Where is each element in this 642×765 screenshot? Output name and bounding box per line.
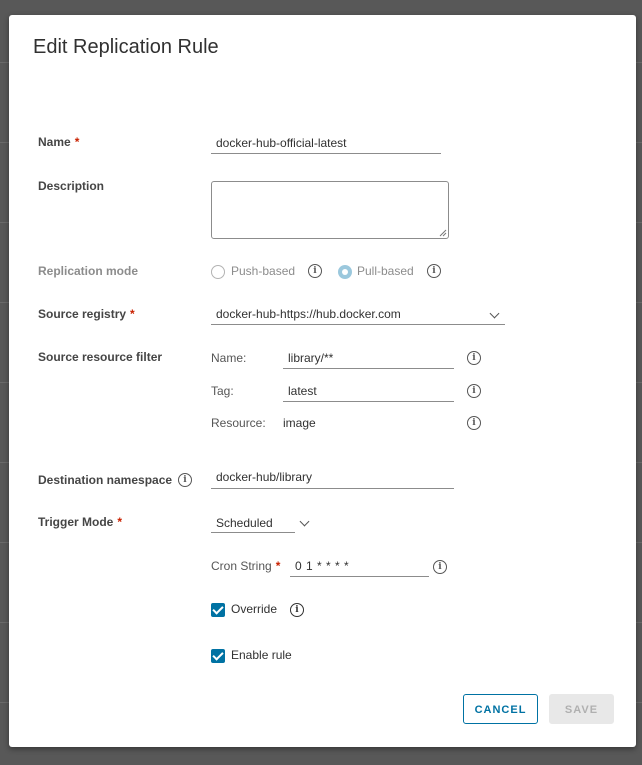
source-registry-select[interactable]: docker-hub-https://hub.docker.com: [216, 307, 401, 321]
pull-based-label: Pull-based: [357, 264, 414, 278]
filter-name-underline: [283, 368, 454, 369]
edit-replication-rule-dialog: Edit Replication Rule Name * docker-hub-o…: [9, 15, 636, 747]
destination-namespace-underline: [211, 488, 454, 489]
resize-grip-icon[interactable]: [439, 229, 447, 237]
cron-string-label: Cron String *: [211, 559, 281, 573]
destination-namespace-label: Destination namespace: [38, 473, 173, 487]
trigger-mode-select[interactable]: Scheduled: [216, 516, 273, 530]
cron-string-input[interactable]: 0 1 * * * *: [295, 559, 349, 573]
chevron-down-icon[interactable]: [489, 308, 500, 319]
filter-name-input[interactable]: library/**: [288, 351, 333, 365]
info-icon[interactable]: i: [290, 603, 304, 617]
trigger-mode-underline: [211, 532, 295, 533]
description-label: Description: [38, 179, 105, 193]
info-icon[interactable]: i: [433, 560, 447, 574]
info-icon[interactable]: i: [467, 384, 481, 398]
cron-string-underline: [290, 576, 429, 577]
name-input-underline: [211, 153, 441, 154]
info-icon[interactable]: i: [308, 264, 322, 278]
info-icon[interactable]: i: [467, 416, 481, 430]
trigger-mode-label: Trigger Mode *: [38, 515, 123, 529]
description-textarea[interactable]: [211, 181, 449, 239]
pull-based-radio[interactable]: [338, 265, 352, 279]
info-icon[interactable]: i: [467, 351, 481, 365]
filter-resource-label: Resource:: [211, 416, 266, 430]
info-icon[interactable]: i: [178, 473, 192, 487]
chevron-down-icon[interactable]: [299, 516, 310, 527]
override-checkbox[interactable]: [211, 603, 225, 617]
filter-tag-label: Tag:: [211, 384, 234, 398]
filter-tag-underline: [283, 401, 454, 402]
name-input[interactable]: docker-hub-official-latest: [216, 136, 347, 150]
enable-rule-checkbox[interactable]: [211, 649, 225, 663]
override-label: Override: [231, 602, 278, 616]
info-icon[interactable]: i: [427, 264, 441, 278]
push-based-radio[interactable]: [211, 265, 225, 279]
save-button[interactable]: SAVE: [549, 694, 614, 724]
filter-name-label: Name:: [211, 351, 247, 365]
destination-namespace-input[interactable]: docker-hub/library: [216, 470, 312, 484]
push-based-label: Push-based: [231, 264, 296, 278]
filter-tag-input[interactable]: latest: [288, 384, 317, 398]
filter-resource-value: image: [283, 416, 316, 430]
source-registry-underline: [211, 324, 505, 325]
replication-mode-label: Replication mode: [38, 264, 139, 278]
name-label: Name *: [38, 135, 80, 149]
enable-rule-label: Enable rule: [231, 648, 292, 662]
cancel-button[interactable]: CANCEL: [463, 694, 538, 724]
source-filter-label: Source resource filter: [38, 350, 163, 364]
dialog-title: Edit Replication Rule: [33, 36, 219, 58]
source-registry-label: Source registry *: [38, 307, 135, 321]
